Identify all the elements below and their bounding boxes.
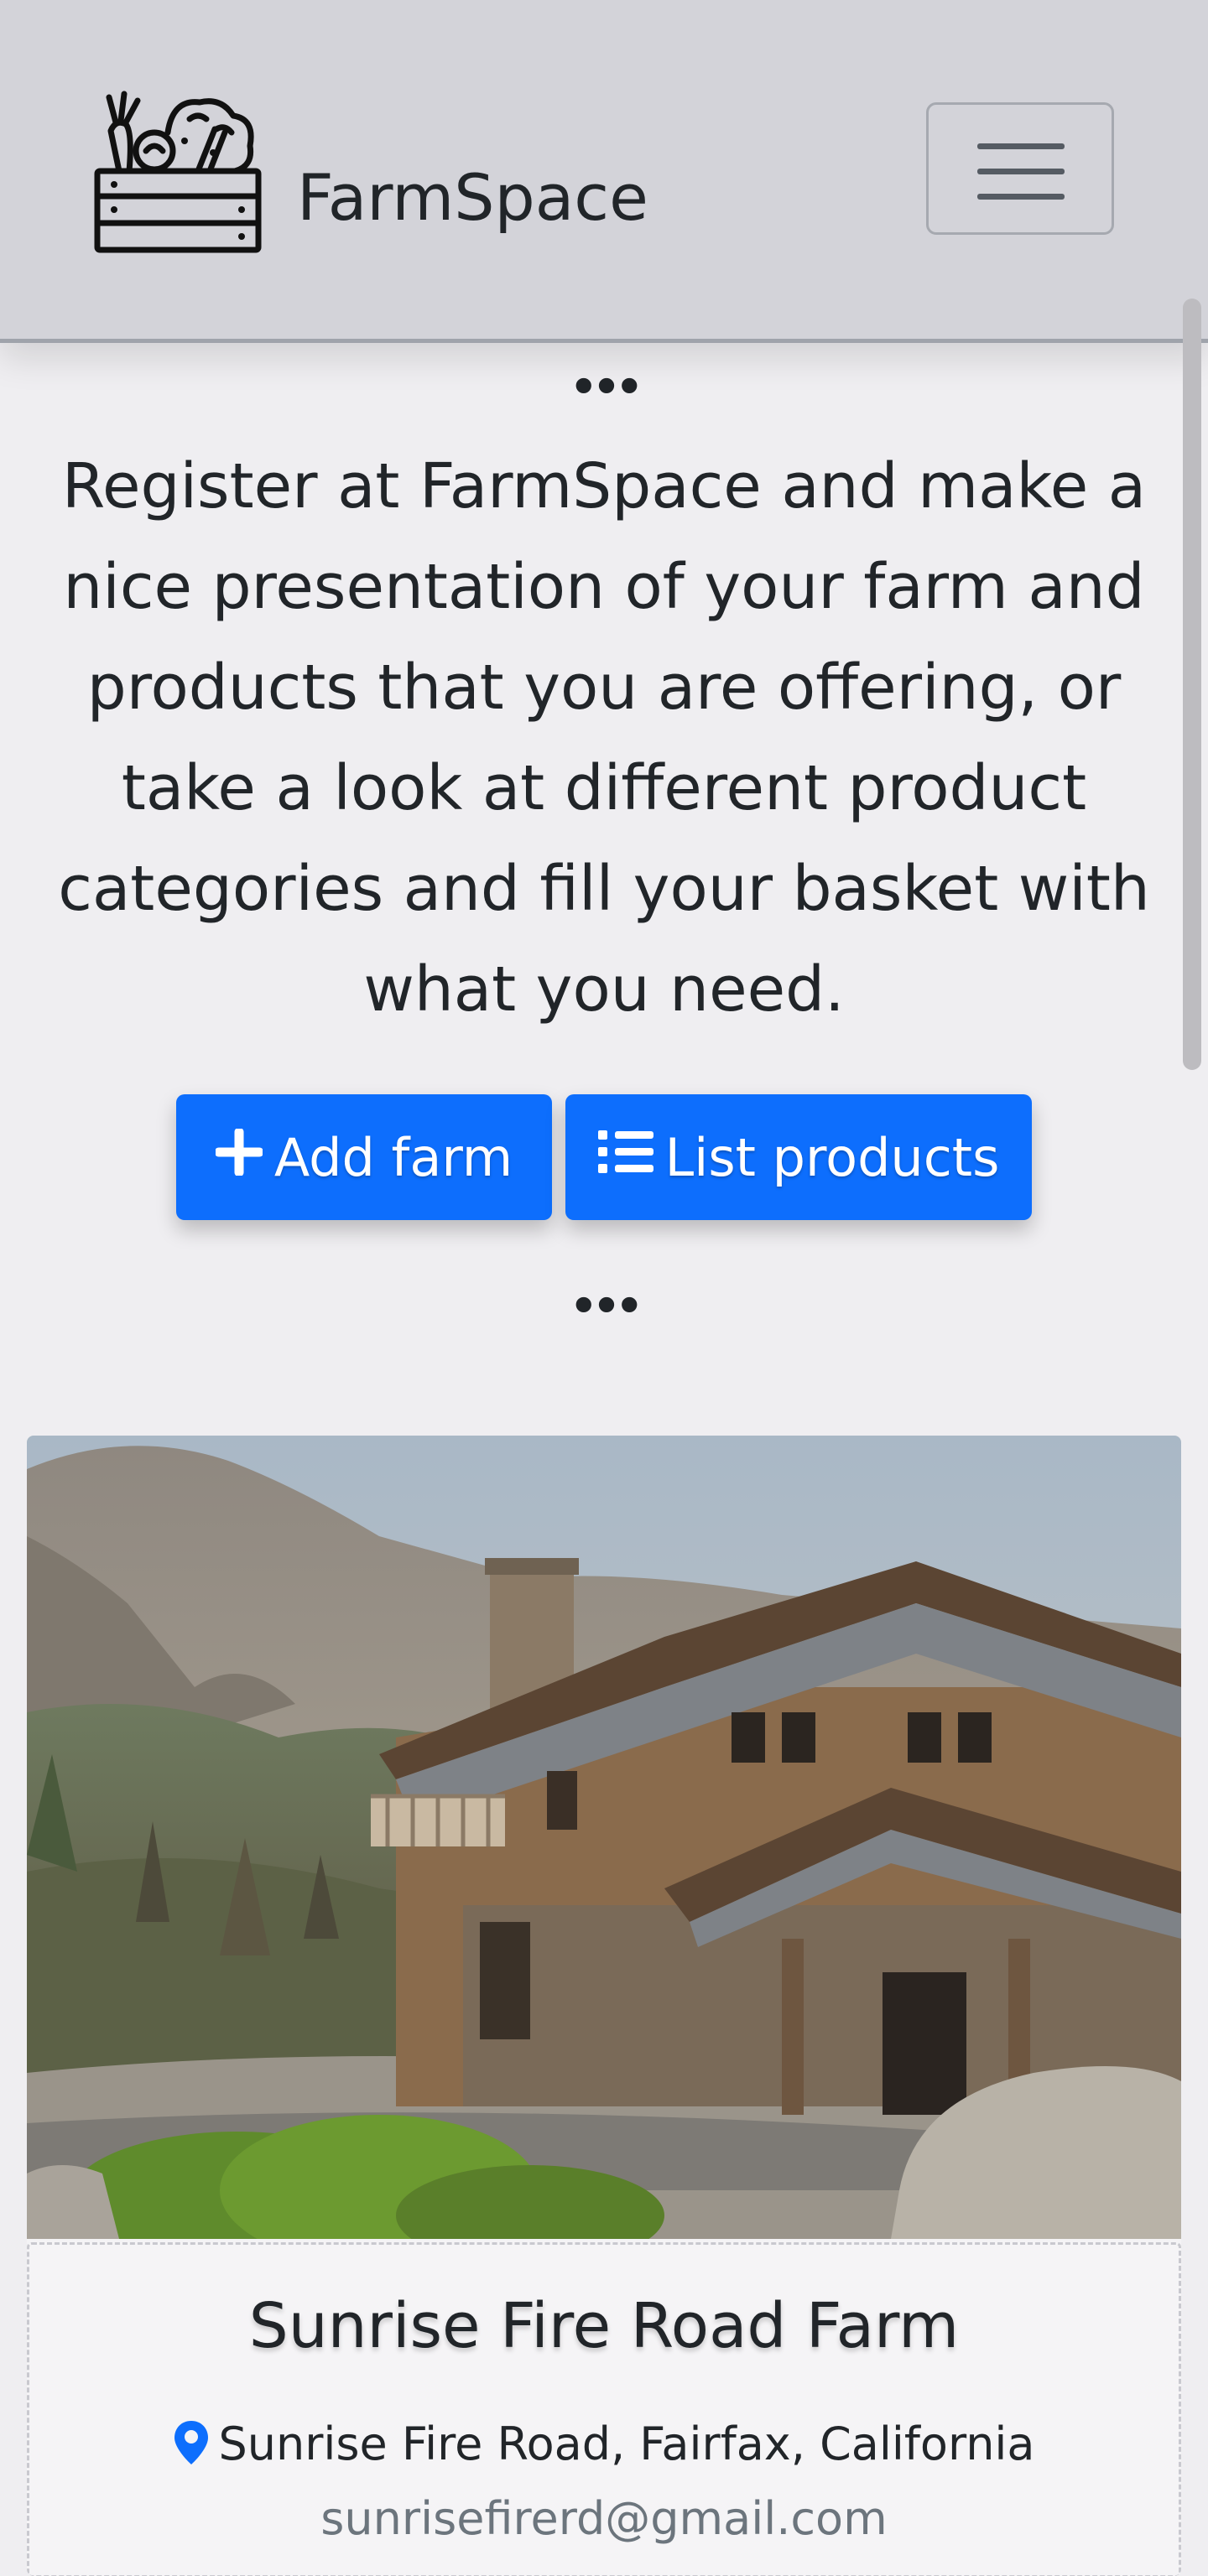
hero-lead-text: Register at FarmSpace and make a nice pr… [58,450,1150,1026]
add-farm-label: Add farm [273,1126,513,1188]
plus-icon [214,1127,264,1188]
hamburger-menu-icon-bar [977,169,1065,174]
list-products-label: List products [664,1126,1000,1188]
farm-name[interactable]: Sunrise Fire Road Farm [29,2295,1179,2357]
farm-email[interactable]: sunrisefirerd@gmail.com [29,2496,1179,2542]
farm-card-body: Sunrise Fire Road Farm Sunrise Fire Road… [27,2242,1181,2576]
list-products-button[interactable]: List products [565,1094,1032,1220]
divider-dots: ••• [570,362,643,413]
navbar: FarmSpace [0,0,1208,343]
farm-address: Sunrise Fire Road, Fairfax, California [29,2419,1179,2474]
farm-address-text: Sunrise Fire Road, Fairfax, California [218,2418,1035,2470]
brand-name[interactable]: FarmSpace [297,166,648,230]
page-scrollbar[interactable] [1183,299,1201,1070]
divider-dots: ••• [570,1281,643,1332]
list-icon [597,1127,653,1188]
farm-card[interactable]: Sunrise Fire Road Farm Sunrise Fire Road… [27,1436,1181,2576]
add-farm-button[interactable]: Add farm [176,1094,552,1220]
location-pin-icon [173,2419,210,2474]
hamburger-menu-icon [977,143,1065,149]
hamburger-menu-icon-bar [977,194,1065,200]
farm-image[interactable] [27,1436,1181,2239]
vegetable-crate-icon[interactable] [91,82,265,257]
navbar-toggler-button[interactable] [926,102,1114,235]
